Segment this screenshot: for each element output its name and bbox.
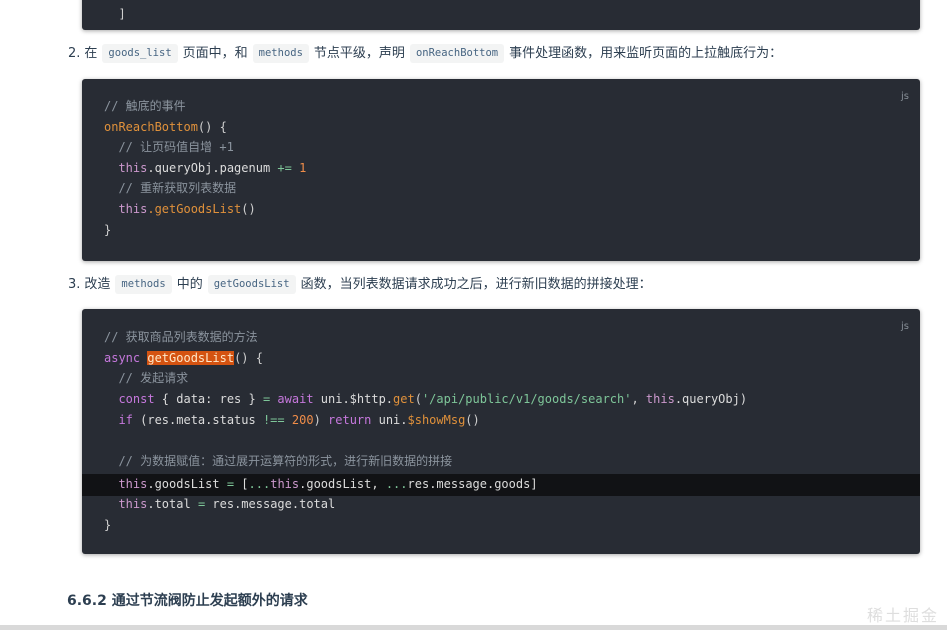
code-keyword: async — [104, 351, 141, 365]
code-line: this.queryObj.pagenum += 1 — [104, 158, 306, 179]
code-number: 1 — [299, 161, 307, 175]
code-text: .goodsList, — [299, 477, 386, 491]
step-text: 节点平级，声明 — [313, 46, 405, 61]
code-keyword: this — [118, 477, 148, 491]
inline-code: methods — [115, 275, 172, 294]
code-text: () { — [234, 351, 263, 365]
code-text: [ — [234, 477, 249, 491]
code-line: const { data: res } = await uni.$http.ge… — [104, 389, 747, 410]
code-function-name-selected[interactable]: getGoodsList — [147, 351, 235, 365]
code-keyword: this — [118, 497, 148, 511]
code-keyword: this — [118, 161, 148, 175]
step-text: 改造 — [84, 277, 111, 292]
step-text: 页面中，和 — [182, 46, 248, 61]
inline-code: getGoodsList — [207, 275, 296, 294]
code-operator: !== — [262, 413, 285, 427]
code-language-label: js — [901, 91, 909, 102]
code-function-name: .getGoodsList — [147, 202, 242, 216]
code-text: ( — [414, 392, 422, 406]
code-language-label: js — [901, 321, 909, 332]
code-function-name: $showMsg — [407, 413, 466, 427]
inline-code: methods — [252, 44, 309, 63]
code-text: res.message.goods] — [407, 477, 538, 491]
code-operator: ... — [385, 477, 408, 491]
code-text: res.message.total — [205, 497, 336, 511]
code-text: (res.meta.status — [132, 413, 263, 427]
code-keyword: const — [118, 392, 155, 406]
bottom-scrollbar[interactable] — [0, 625, 947, 630]
code-text: .goodsList — [147, 477, 227, 491]
code-text: () — [241, 202, 256, 216]
code-block-get-goods-list[interactable]: js // 获取商品列表数据的方法 async getGoodsList() {… — [82, 309, 920, 554]
code-comment: // 发起请求 — [104, 371, 189, 385]
code-line: this.total = res.message.total — [104, 494, 335, 515]
code-keyword: if — [118, 413, 133, 427]
code-line: if (res.meta.status !== 200) return uni.… — [104, 410, 480, 431]
inline-code: onReachBottom — [409, 44, 505, 63]
code-text: ) — [313, 413, 329, 427]
code-text: () — [465, 413, 480, 427]
step-number: 2. — [68, 46, 81, 61]
code-line: } — [104, 220, 111, 241]
code-text: .total — [147, 497, 198, 511]
code-number: 200 — [291, 413, 314, 427]
code-text: } — [104, 518, 112, 532]
code-block-on-reach-bottom[interactable]: js // 触底的事件 onReachBottom() { // 让页码值自增 … — [82, 79, 920, 261]
code-line: onReachBottom() { — [104, 117, 227, 138]
code-line: // 让页码值自增 +1 — [104, 137, 234, 158]
code-block-previous: ] — [82, 0, 920, 30]
code-operator: = — [226, 477, 235, 491]
code-keyword: await — [277, 392, 314, 406]
step-text: 事件处理函数，用来监听页面的上拉触底行为： — [509, 46, 783, 61]
code-text: uni.$http. — [313, 392, 394, 406]
code-line: // 重新获取列表数据 — [104, 178, 236, 199]
code-comment: // 为数据赋值：通过展开运算符的形式，进行新旧数据的拼接 — [104, 454, 453, 468]
inline-code: goods_list — [102, 44, 178, 63]
code-line: this.getGoodsList() — [104, 199, 256, 220]
code-comment: // 获取商品列表数据的方法 — [104, 330, 258, 344]
code-function-name: onReachBottom — [104, 120, 198, 134]
code-keyword: return — [328, 413, 372, 427]
code-keyword: this — [270, 477, 300, 491]
code-text: { data: res } — [154, 392, 263, 406]
code-keyword: this — [645, 392, 675, 406]
code-line: // 获取商品列表数据的方法 — [104, 327, 258, 348]
step-number: 3. — [68, 277, 81, 292]
code-comment: // 触底的事件 — [104, 99, 186, 113]
doc-page: ] 2. 在 goods_list 页面中，和 methods 节点平级，声明 onReac… — [0, 0, 947, 630]
code-operator: += — [277, 161, 292, 175]
code-line: // 为数据赋值：通过展开运算符的形式，进行新旧数据的拼接 — [104, 451, 452, 472]
code-text: .queryObj.pagenum — [147, 161, 278, 175]
code-line: } — [104, 515, 111, 536]
watermark: 稀土掘金 — [866, 606, 939, 625]
code-text: } — [104, 223, 112, 237]
code-line: // 发起请求 — [104, 368, 188, 389]
step-2-text: 2. 在 goods_list 页面中，和 methods 节点平级，声明 onReachB… — [68, 43, 782, 65]
code-text: uni. — [371, 413, 408, 427]
code-line: async getGoodsList() { — [104, 348, 263, 369]
step-3-text: 3. 改造 methods 中的 getGoodsList 函数，当列表数据请求成功之后，… — [68, 274, 652, 296]
code-comment: // 让页码值自增 +1 — [104, 140, 234, 154]
code-keyword: this — [118, 202, 148, 216]
code-text: () { — [197, 120, 227, 134]
code-line: // 触底的事件 — [104, 96, 186, 117]
code-comment: // 重新获取列表数据 — [104, 181, 237, 195]
code-text: ] — [104, 7, 126, 21]
code-line: ] — [104, 4, 126, 25]
step-text: 中的 — [176, 277, 203, 292]
code-line-highlighted: this.goodsList = [...this.goodsList, ...… — [104, 474, 538, 495]
code-string: '/api/public/v1/goods/search' — [421, 392, 632, 406]
code-function-name: get — [393, 392, 415, 406]
code-text: , — [631, 392, 646, 406]
step-text: 在 — [84, 46, 98, 61]
code-text: .queryObj) — [674, 392, 748, 406]
code-operator: ... — [248, 477, 271, 491]
step-text: 函数，当列表数据请求成功之后，进行新旧数据的拼接处理： — [300, 277, 652, 292]
section-heading: 6.6.2 通过节流阀防止发起额外的请求 — [67, 593, 308, 609]
